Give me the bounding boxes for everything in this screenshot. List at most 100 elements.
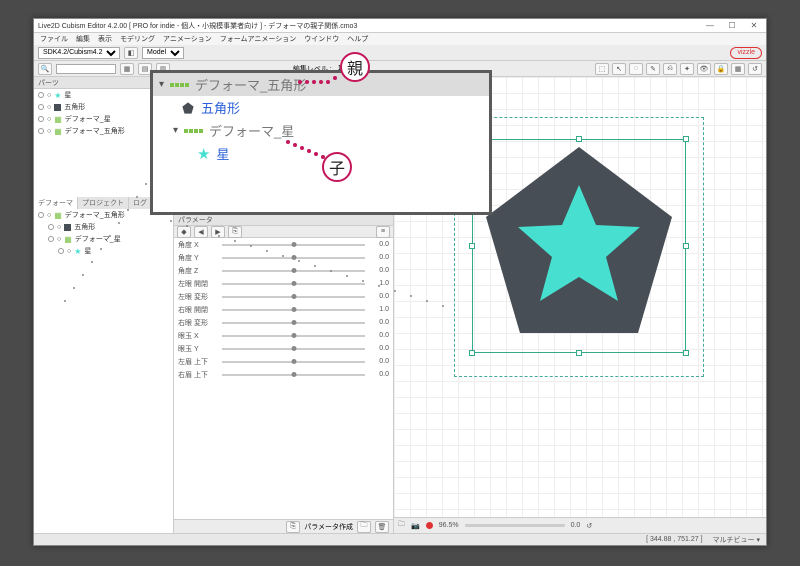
sdk-dropdown[interactable]: SDK4.2/Cubism4.2	[38, 47, 120, 59]
cursor-coords: [ 344.88 , 751.27 ]	[646, 536, 702, 543]
search-icon[interactable]: 🔍	[38, 63, 52, 75]
search-input[interactable]	[56, 64, 116, 74]
param-slider[interactable]	[222, 348, 365, 350]
param-row[interactable]: 右眉 上下0.0	[174, 368, 393, 381]
param-slider[interactable]	[222, 296, 365, 298]
param-row[interactable]: 右眼 変形0.0	[174, 316, 393, 329]
menu-edit[interactable]: 編集	[76, 34, 90, 44]
param-row[interactable]: 角度 Z0.0	[174, 264, 393, 277]
param-row[interactable]: 角度 X0.0	[174, 238, 393, 251]
callout-parent-label: デフォーマ_五角形	[195, 75, 306, 94]
param-prev-icon[interactable]: ◀	[194, 226, 208, 238]
bounding-box[interactable]	[472, 139, 686, 353]
callout-star-label: 星	[216, 144, 229, 163]
param-menu-icon[interactable]: ≡	[376, 226, 390, 238]
callout-row-child: ▾ デフォーマ_星	[153, 119, 489, 142]
deformer-row[interactable]: ○五角形	[34, 221, 173, 233]
snapshot-icon[interactable]: 🗀	[398, 520, 405, 531]
tool-lasso-icon[interactable]: ◌	[629, 63, 643, 75]
menu-window[interactable]: ウインドウ	[304, 34, 339, 44]
tool-eye-icon[interactable]: 👁	[697, 63, 711, 75]
minimize-button[interactable]: —	[702, 21, 718, 30]
tool-select-icon[interactable]: ⬚	[595, 63, 609, 75]
callout-row-pentagon: 五角形	[153, 96, 489, 119]
tool-grid-icon[interactable]: ▦	[731, 63, 745, 75]
param-slider[interactable]	[222, 361, 365, 363]
param-slider[interactable]	[222, 257, 365, 259]
menubar: ファイル 編集 表示 モデリング アニメーション フォームアニメーション ウイン…	[34, 33, 766, 45]
window-buttons: — ☐ ✕	[702, 21, 762, 30]
param-row[interactable]: 左眉 上下0.0	[174, 355, 393, 368]
zoom-value: 96.5%	[439, 522, 459, 529]
mode-dropdown[interactable]: Model	[142, 47, 184, 59]
param-toolbar: ◆ ◀ ▶ ⎘ ≡	[174, 226, 393, 238]
disclosure-triangle-icon: ▾	[173, 125, 178, 136]
param-slider[interactable]	[222, 335, 365, 337]
param-row[interactable]: 眼玉 Y0.0	[174, 342, 393, 355]
menu-modeling[interactable]: モデリング	[120, 34, 155, 44]
zoom-slider[interactable]	[465, 524, 565, 527]
tab-deformer[interactable]: デフォーマ	[34, 197, 78, 209]
menu-help[interactable]: ヘルプ	[347, 34, 368, 44]
deformer-row[interactable]: ○★星	[34, 245, 173, 257]
param-slider[interactable]	[222, 374, 365, 376]
annotation-connector-top	[64, 200, 154, 201]
param-row[interactable]: 左眼 開閉1.0	[174, 277, 393, 290]
param-row[interactable]: 眼玉 X0.0	[174, 329, 393, 342]
param-binding-icon[interactable]: ⎘	[228, 226, 242, 238]
statusbar: [ 344.88 , 751.27 ] マルチビュー ▾	[34, 533, 766, 545]
menu-animation[interactable]: アニメーション	[163, 34, 212, 44]
toolbar-primary: SDK4.2/Cubism4.2 ◧ Model vizzle	[34, 45, 766, 61]
param-link-icon[interactable]: ⎘	[286, 521, 300, 533]
param-slider[interactable]	[222, 309, 365, 311]
tool-arrow-icon[interactable]: ↖	[612, 63, 626, 75]
close-button[interactable]: ✕	[746, 21, 762, 30]
rotation-reset-icon[interactable]: ↺	[586, 522, 592, 530]
annotation-child-badge: 子	[322, 152, 352, 182]
tool-wand-icon[interactable]: ✦	[680, 63, 694, 75]
param-key-icon[interactable]: ◆	[177, 226, 191, 238]
param-row[interactable]: 角度 Y0.0	[174, 251, 393, 264]
param-create-button[interactable]: パラメータ作成	[304, 522, 353, 532]
pentagon-icon	[181, 101, 195, 115]
callout-pentagon-label: 五角形	[201, 98, 240, 117]
menu-formanim[interactable]: フォームアニメーション	[220, 34, 297, 44]
vizzle-pill[interactable]: vizzle	[730, 47, 762, 59]
menu-view[interactable]: 表示	[98, 34, 112, 44]
param-slider[interactable]	[222, 283, 365, 285]
mode-icon[interactable]: ◧	[124, 47, 138, 59]
tool-reset-icon[interactable]: ↺	[748, 63, 762, 75]
annotation-connector-bottom	[170, 220, 490, 221]
tool-brush-icon[interactable]: ✎	[646, 63, 660, 75]
mesh-deformer-icon	[184, 129, 203, 133]
maximize-button[interactable]: ☐	[724, 21, 740, 30]
tab-project[interactable]: プロジェクト	[78, 197, 129, 209]
mesh-deformer-icon	[170, 83, 189, 87]
titlebar: Live2D Cubism Editor 4.2.00 [ PRO for in…	[34, 19, 766, 33]
deformer-tree: ○▦デフォーマ_五角形 ○五角形 ○▦デフォーマ_星 ○★星	[34, 209, 173, 533]
disclosure-triangle-icon: ▾	[159, 79, 164, 90]
param-row[interactable]: 右眼 開閉1.0	[174, 303, 393, 316]
rotation-value: 0.0	[571, 522, 581, 529]
camera-icon[interactable]: 📷	[411, 522, 420, 530]
annotation-dots-parent	[298, 80, 342, 84]
tool-lock-icon[interactable]: 🔒	[714, 63, 728, 75]
param-folder-icon[interactable]: 🗀	[357, 521, 371, 533]
param-delete-icon[interactable]: 🗑	[375, 521, 389, 533]
canvas-footer: 🗀 📷 96.5% 0.0 ↺	[394, 517, 766, 533]
param-slider[interactable]	[222, 322, 365, 324]
deformer-panel: デフォーマ プロジェクト ログ ○▦デフォーマ_五角形 ○五角形 ○▦デフォーマ…	[34, 197, 173, 533]
app-title: Live2D Cubism Editor 4.2.00 [ PRO for in…	[38, 21, 357, 31]
multiview-dropdown[interactable]: マルチビュー ▾	[713, 535, 760, 545]
tool-glue-icon[interactable]: ⎌	[663, 63, 677, 75]
param-row[interactable]: 左眼 変形0.0	[174, 290, 393, 303]
deformer-row[interactable]: ○▦デフォーマ_星	[34, 233, 173, 245]
param-slider[interactable]	[222, 244, 365, 246]
menu-file[interactable]: ファイル	[40, 34, 68, 44]
tab-log[interactable]: ログ	[129, 197, 152, 209]
record-icon[interactable]	[426, 522, 433, 529]
callout-child-label: デフォーマ_星	[209, 121, 294, 140]
icon-btn-a[interactable]: ▦	[120, 63, 134, 75]
annotation-parent-badge: 親	[340, 52, 370, 82]
param-slider[interactable]	[222, 270, 365, 272]
